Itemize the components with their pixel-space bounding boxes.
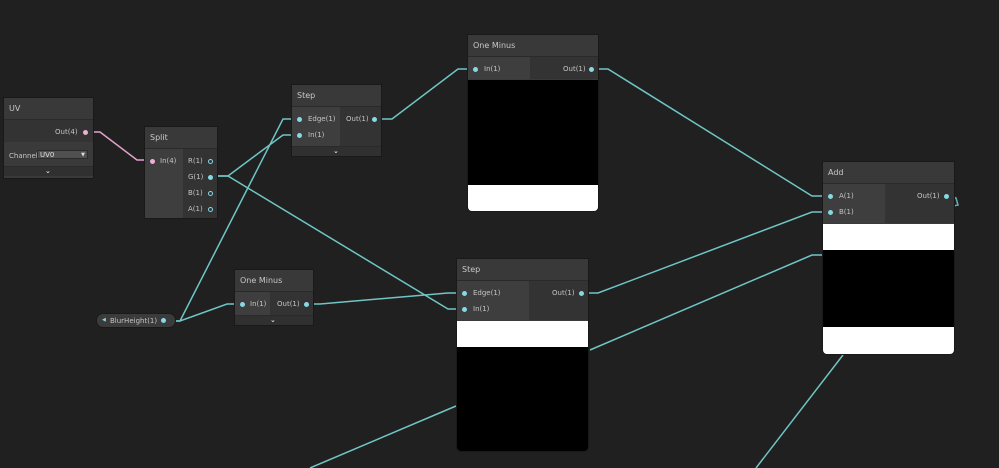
property-label: BlurHeight(1): [110, 317, 158, 325]
uv-node[interactable]: UV Out(4) Channel UV0 ▼ ⌄: [4, 98, 93, 178]
one-minus-bottom-in-port[interactable]: [240, 302, 245, 307]
one-minus-node-bottom[interactable]: One Minus In(1) Out(1) ⌄: [235, 270, 313, 325]
node-title: One Minus: [468, 35, 598, 57]
add-a-label: A(1): [839, 192, 854, 200]
wire-split-g-to-step-in[interactable]: [212, 134, 298, 177]
step-bottom-edge-port[interactable]: [462, 291, 467, 296]
step-top-out-port[interactable]: [372, 117, 377, 122]
wire-offscreen-3[interactable]: [755, 354, 844, 468]
wire-stepbottom-to-add-b[interactable]: [584, 211, 829, 294]
step-bottom-in-label: In(1): [473, 305, 490, 313]
uv-output-panel: [4, 120, 93, 142]
step-top-edge-port[interactable]: [297, 117, 302, 122]
node-title: UV: [4, 98, 93, 120]
split-out-b-port[interactable]: [208, 191, 213, 196]
uv-out-port-label: Out(4): [55, 128, 78, 136]
step-top-in-label: In(1): [308, 131, 325, 139]
one-minus-top-in-label: In(1): [484, 65, 501, 73]
step-bottom-edge-label: Edge(1): [473, 289, 501, 297]
step-top-in-port[interactable]: [297, 133, 302, 138]
step-top-out-label: Out(1): [346, 115, 369, 123]
add-node[interactable]: Add A(1) B(1) Out(1): [823, 162, 954, 354]
chevron-down-icon[interactable]: ⌄: [45, 167, 51, 176]
node-title: Add: [823, 162, 954, 184]
split-out-b-label: B(1): [188, 189, 203, 197]
channel-value: UV0: [40, 151, 55, 159]
chevron-down-icon[interactable]: ⌄: [333, 147, 339, 156]
node-preview-light: [457, 321, 588, 347]
one-minus-top-in-port[interactable]: [473, 67, 478, 72]
split-out-g-label: G(1): [188, 173, 204, 181]
split-out-r-port[interactable]: [208, 159, 213, 164]
add-input-panel: [823, 184, 885, 223]
dropdown-arrow-icon: ▼: [81, 152, 85, 158]
wire-step-to-oneminus[interactable]: [376, 68, 474, 120]
one-minus-bottom-out-port[interactable]: [304, 302, 309, 307]
add-a-port[interactable]: [828, 194, 833, 199]
one-minus-node-top[interactable]: One Minus In(1) Out(1): [468, 35, 598, 211]
channel-select[interactable]: UV0 ▼: [37, 150, 88, 159]
node-title: Step: [457, 259, 588, 281]
chevron-down-icon[interactable]: ⌄: [270, 316, 276, 325]
node-preview-light-bottom: [823, 327, 954, 354]
node-preview: [468, 80, 598, 185]
one-minus-top-out-port[interactable]: [589, 67, 594, 72]
add-out-label: Out(1): [917, 192, 940, 200]
add-b-label: B(1): [839, 208, 854, 216]
wire-oneminus-to-stepbottom-edge[interactable]: [309, 292, 464, 305]
split-out-g-port[interactable]: [208, 175, 213, 180]
blur-height-property[interactable]: ◀ BlurHeight(1): [97, 314, 175, 327]
add-b-port[interactable]: [828, 210, 833, 215]
channel-label: Channel: [9, 152, 38, 160]
wire-oneminus-to-add-a[interactable]: [594, 68, 829, 197]
wire-offscreen-1[interactable]: [589, 254, 829, 351]
wire-offscreen-2[interactable]: [309, 405, 457, 468]
node-preview-light: [468, 185, 598, 211]
split-in-label: In(4): [160, 157, 177, 165]
one-minus-bottom-out-label: Out(1): [277, 300, 300, 308]
split-in-port[interactable]: [150, 159, 155, 164]
wire-blurheight-to-oneminus-in[interactable]: [164, 303, 242, 322]
step-bottom-in-port[interactable]: [462, 307, 467, 312]
split-out-a-port[interactable]: [208, 207, 213, 212]
step-bottom-out-port[interactable]: [579, 291, 584, 296]
add-out-port[interactable]: [944, 194, 949, 199]
node-title: Step: [292, 85, 381, 107]
wire-uv-to-split[interactable]: [91, 131, 150, 161]
node-title: One Minus: [235, 270, 313, 292]
node-preview-light: [823, 224, 954, 250]
node-preview: [457, 347, 588, 451]
node-preview: [823, 250, 954, 327]
blur-height-out-port[interactable]: [161, 318, 166, 323]
split-node[interactable]: Split In(4) R(1) G(1) B(1) A(1): [145, 127, 217, 218]
triangle-right-icon: ◀: [102, 317, 106, 323]
step-top-edge-label: Edge(1): [308, 115, 336, 123]
node-title: Split: [145, 127, 217, 149]
step-node-bottom[interactable]: Step Edge(1) In(1) Out(1): [457, 259, 588, 451]
step-node-top[interactable]: Step Edge(1) In(1) Out(1) ⌄: [292, 85, 381, 156]
step-bottom-out-label: Out(1): [552, 289, 575, 297]
split-out-r-label: R(1): [188, 157, 203, 165]
one-minus-bottom-in-label: In(1): [250, 300, 267, 308]
split-out-a-label: A(1): [188, 205, 203, 213]
one-minus-top-out-label: Out(1): [563, 65, 586, 73]
uv-out-port[interactable]: [83, 130, 88, 135]
